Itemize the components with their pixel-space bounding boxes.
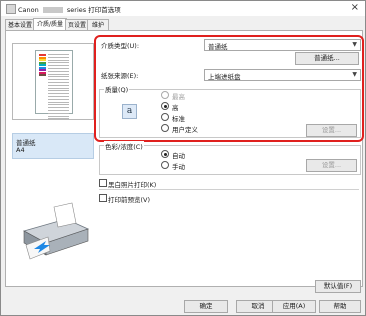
highlight-frame <box>94 35 364 142</box>
apply-button[interactable]: 应用(A) <box>272 300 316 313</box>
ok-button[interactable]: 确定 <box>184 300 228 313</box>
preview-before-print-label: 打印前预览(V) <box>108 196 151 204</box>
close-icon[interactable]: × <box>351 2 359 14</box>
printer-app-icon <box>6 4 16 14</box>
media-summary-size: A4 <box>16 146 25 154</box>
color-manual-label: 手动 <box>172 163 185 171</box>
title-suffix: series 打印首选项 <box>66 6 121 14</box>
window-title: Canon series 打印首选项 <box>18 4 121 14</box>
color-settings-button[interactable]: 设置... <box>306 159 357 172</box>
grayscale-checkbox[interactable] <box>99 179 107 187</box>
color-auto-label: 自动 <box>172 152 185 160</box>
defaults-button[interactable]: 默认值(F) <box>315 280 361 293</box>
help-button[interactable]: 帮助 <box>319 300 361 313</box>
grayscale-label: 黑白照片打印(K) <box>108 181 157 189</box>
text-lines <box>48 54 69 121</box>
preview-paper <box>35 50 73 120</box>
title-prefix: Canon <box>18 6 39 14</box>
media-summary: 普通纸 A4 <box>12 133 94 159</box>
printer-illustration <box>22 202 90 260</box>
redacted-model-name <box>42 7 63 13</box>
print-preview <box>12 43 94 120</box>
preview-before-print-checkbox[interactable] <box>99 194 107 202</box>
tab-content-panel: 普通纸 A4 介质类型(U): 普通纸 ▼ 普通纸... 纸张来源(E): 上端… <box>5 30 364 293</box>
color-auto-radio[interactable] <box>161 150 169 158</box>
color-group-label: 色彩/浓度(C) <box>104 141 144 151</box>
print-preferences-window: Canon series 打印首选项 × 基本设置 介质/质量 页设置 维护 普… <box>0 0 366 316</box>
color-manual-radio[interactable] <box>161 161 169 169</box>
title-bar: Canon series 打印首选项 × <box>1 1 365 16</box>
color-bars <box>39 54 46 82</box>
separator <box>99 189 359 190</box>
